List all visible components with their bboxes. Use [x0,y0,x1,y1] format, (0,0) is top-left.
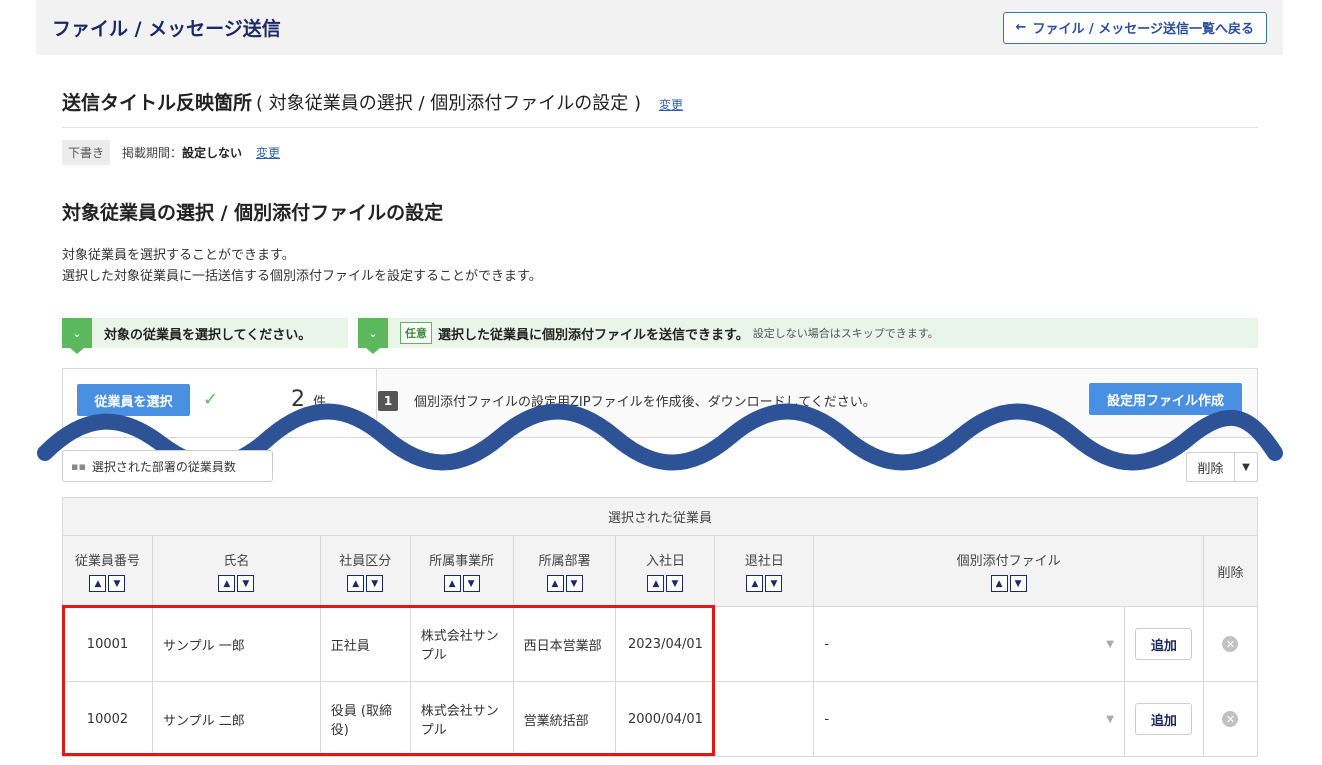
cell-add: 追加 [1123,606,1204,682]
sort-down-icon[interactable]: ▼ [565,575,583,592]
arrow-left-icon: ← [1015,20,1027,35]
change-title-link[interactable]: 変更 [659,96,683,113]
col-header-name: 氏名 ▲ ▼ [151,535,321,607]
file-select[interactable]: - ▼ [824,712,1114,727]
table-group-header: 選択された従業員 [62,497,1258,536]
status-badge: 下書き [62,140,111,165]
file-select[interactable]: - ▼ [824,637,1114,652]
cell-add: 追加 [1123,681,1204,757]
department-count-label: 選択された部署の従業員数 [91,459,236,474]
sort-down-icon[interactable]: ▼ [237,575,255,592]
chevron-down-icon: ⌄ [62,318,92,354]
period-label: 掲載期間： [122,146,183,160]
sort-down-icon[interactable]: ▼ [108,575,126,592]
cell-delete: ✕ [1202,681,1259,757]
col-label: 社員区分 [339,554,392,569]
step-1: ⌄ 対象の従業員を選択してください。 [62,318,348,354]
step-2: ⌄ 任意 選択した従業員に個別添付ファイルを送信できます。 設定しない場合はスキ… [358,318,1258,354]
sort-down-icon[interactable]: ▼ [366,575,384,592]
table-header-row: 従業員番号 ▲ ▼ 氏名 ▲ ▼ 社員区分 ▲ ▼ 所属事業所 ▲ ▼ 所属部署 ▲ ▼ 入社日 ▲ ▼… [62,535,1259,607]
col-header-id: 従業員番号 ▲ ▼ [62,535,153,607]
period-value: 設定しない [182,146,243,160]
status-line: 下書き 掲載期間：設定しない 変更 [62,140,280,165]
message-title: 送信タイトル反映箇所 ( 対象従業員の選択 / 個別添付ファイルの設定 ) 変更 [62,88,683,115]
period-info: 掲載期間：設定しない [122,144,242,161]
col-header-dept: 所属部署 ▲ ▼ [512,535,617,607]
sort-up-icon[interactable]: ▲ [443,575,461,592]
step-1-label: 対象の従業員を選択してください。 [104,327,312,343]
sort-down-icon[interactable]: ▼ [765,575,783,592]
remove-icon[interactable]: ✕ [1222,711,1239,727]
col-label: 所属事業所 [429,554,495,569]
step-2-note: 設定しない場合はスキップできます。 [752,327,939,340]
step-2-label: 選択した従業員に個別添付ファイルを送信できます。 [438,327,749,343]
col-label: 氏名 [223,554,250,569]
col-header-type: 社員区分 ▲ ▼ [319,535,411,607]
add-file-button[interactable]: 追加 [1135,628,1193,660]
cell-file: - ▼ [813,606,1125,682]
col-header-hired: 入社日 ▲ ▼ [615,535,716,607]
cell-left [714,606,815,682]
file-select-value: - [824,711,830,727]
change-period-link[interactable]: 変更 [256,144,280,161]
cell-delete: ✕ [1202,606,1259,682]
description-line-2: 選択した対象従業員に一括送信する個別添付ファイルを設定することができます。 [62,269,542,284]
section-description: 対象従業員を選択することができます。 選択した対象従業員に一括送信する個別添付フ… [62,245,542,287]
description-line-1: 対象従業員を選択することができます。 [62,248,295,263]
page-title: ファイル / メッセージ送信 [52,18,281,40]
add-file-button[interactable]: 追加 [1135,703,1193,735]
cell-left [714,681,815,757]
back-to-list-button[interactable]: ← ファイル / メッセージ送信一覧へ戻る [1002,11,1267,44]
sort-up-icon[interactable]: ▲ [990,575,1008,592]
col-label: 入社日 [645,554,685,569]
col-header-office: 所属事業所 ▲ ▼ [409,535,514,607]
col-header-delete: 削除 [1202,535,1259,607]
message-title-sub: ( 対象従業員の選択 / 個別添付ファイルの設定 ) [256,93,642,114]
sort-up-icon[interactable]: ▲ [647,575,665,592]
cell-file: - ▼ [813,681,1125,757]
section-title: 対象従業員の選択 / 個別添付ファイルの設定 [62,202,444,224]
message-title-text: 送信タイトル反映箇所 [62,92,253,114]
page-header: ファイル / メッセージ送信 ← ファイル / メッセージ送信一覧へ戻る [36,0,1283,55]
sort-down-icon[interactable]: ▼ [666,575,684,592]
chevron-down-icon: ⌄ [358,318,388,354]
delete-dropdown[interactable]: 削除 ▼ [1186,452,1258,482]
remove-icon[interactable]: ✕ [1222,636,1239,652]
col-label: 個別添付ファイル [956,554,1061,569]
col-label: 所属部署 [538,554,591,569]
sort-up-icon[interactable]: ▲ [746,575,764,592]
caret-down-icon: ▼ [1106,638,1114,650]
file-select-value: - [824,636,830,652]
col-label: 従業員番号 [74,554,140,569]
back-button-label: ファイル / メッセージ送信一覧へ戻る [1032,22,1254,37]
optional-badge: 任意 [400,322,432,344]
sort-down-icon[interactable]: ▼ [1009,575,1027,592]
divider [62,127,1258,128]
department-count-button[interactable]: ▪▪ 選択された部署の従業員数 [62,450,273,482]
highlight-box [62,605,715,756]
delete-label: 削除 [1187,453,1235,481]
sort-up-icon[interactable]: ▲ [546,575,564,592]
sort-up-icon[interactable]: ▲ [347,575,365,592]
col-header-file: 個別添付ファイル ▲ ▼ [813,535,1204,607]
col-header-left: 退社日 ▲ ▼ [714,535,815,607]
sort-up-icon[interactable]: ▲ [89,575,107,592]
sort-down-icon[interactable]: ▼ [462,575,480,592]
caret-down-icon: ▼ [1242,461,1250,473]
col-label: 退社日 [744,554,784,569]
caret-down-icon: ▼ [1106,713,1114,725]
org-chart-icon: ▪▪ [71,459,86,473]
sort-up-icon[interactable]: ▲ [218,575,236,592]
